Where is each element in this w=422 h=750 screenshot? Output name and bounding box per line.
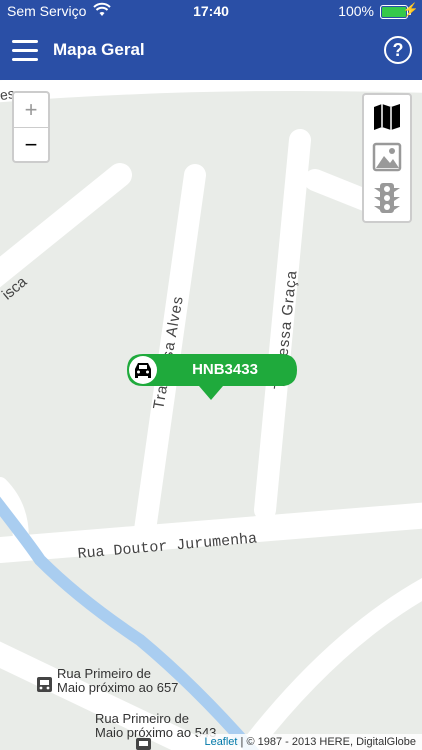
zoom-control: + − [12,91,50,163]
bus-stop-label-line1: Rua Primeiro de [95,711,189,726]
bus-stop-label-line2: Maio próximo ao 657 [57,680,178,695]
traffic-layer-icon[interactable] [364,179,410,217]
satellite-layer-icon[interactable] [364,138,410,176]
bus-stop-icon [136,738,151,750]
vehicle-plate: HNB3433 [192,361,258,378]
battery-percentage: 100% [338,3,374,19]
hamburger-menu-icon[interactable] [12,40,38,62]
zoom-out-button[interactable]: − [14,127,48,161]
page-title: Mapa Geral [53,40,145,59]
zoom-in-button[interactable]: + [14,93,48,127]
map-credits: | © 1987 - 2013 HERE, DigitalGlobe [240,736,416,748]
status-bar: Sem Serviço 17:40 100% ⚡ [0,0,422,22]
bus-stop-label-line1: Rua Primeiro de [57,666,151,681]
map-attribution: Leaflet | © 1987 - 2013 HERE, DigitalGlo… [198,734,422,750]
question-circle-icon[interactable]: ? [384,36,412,64]
map-view[interactable]: es isca Travessa Alves Travessa Graça Ru… [0,80,422,750]
vehicle-marker[interactable]: HNB3433 [127,354,297,416]
app-bar: Mapa Geral ? [0,22,422,80]
layer-switcher [362,93,412,223]
bus-stop-icon [37,677,52,692]
map-layer-icon[interactable] [364,97,410,135]
bolt-icon: ⚡ [402,2,419,17]
leaflet-link[interactable]: Leaflet [204,736,237,748]
